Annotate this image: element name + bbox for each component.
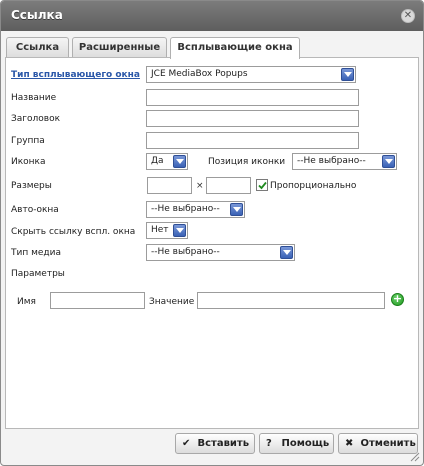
popup-type-value: JCE MediaBox Popups	[151, 69, 248, 79]
width-input[interactable]	[147, 177, 192, 194]
chevron-down-icon	[382, 155, 395, 168]
icon-value: Да	[151, 156, 164, 166]
proportional-checkbox[interactable]	[256, 179, 268, 191]
check-icon	[258, 181, 267, 190]
auto-popup-value: --Не выбрано--	[151, 204, 220, 214]
times-sign: ×	[196, 181, 204, 191]
resize-grip-icon[interactable]	[410, 452, 420, 462]
height-input[interactable]	[206, 177, 251, 194]
popup-type-label[interactable]: Тип всплывающего окна	[11, 70, 140, 80]
add-parameter-icon[interactable]: +	[391, 293, 404, 306]
help-button-label: Помощь	[281, 438, 330, 449]
size-label: Размеры	[11, 181, 52, 191]
dialog-title: Ссылка	[11, 8, 63, 22]
icon-label: Иконка	[11, 157, 46, 167]
insert-button-label: Вставить	[197, 438, 250, 449]
icon-select[interactable]: Да	[146, 153, 188, 170]
hide-popup-link-select[interactable]: Нет	[146, 222, 188, 239]
checkmark-icon: ✔	[182, 438, 191, 449]
cancel-button-label: Отменить	[360, 438, 416, 449]
media-type-label: Тип медиа	[11, 248, 62, 258]
insert-button[interactable]: ✔ Вставить	[175, 433, 255, 454]
cross-icon: ✖	[345, 438, 354, 449]
hide-popup-link-value: Нет	[151, 225, 169, 235]
help-button[interactable]: ? Помощь	[259, 433, 334, 454]
auto-popup-select[interactable]: --Не выбрано--	[146, 201, 245, 218]
cancel-button[interactable]: ✖ Отменить	[338, 433, 418, 454]
chevron-down-icon	[230, 203, 243, 216]
chevron-down-icon	[173, 224, 186, 237]
title-input[interactable]	[146, 110, 359, 127]
group-label: Группа	[11, 136, 45, 146]
tab-link[interactable]: Ссылка	[6, 37, 69, 58]
title-label: Заголовок	[11, 114, 61, 124]
dialog-titlebar[interactable]: Ссылка ✕	[1, 1, 423, 31]
tab-popups[interactable]: Всплывающие окна	[170, 37, 300, 59]
icon-position-select[interactable]: --Не выбрано--	[292, 153, 397, 170]
link-dialog: Ссылка ✕ Ссылка Расширенные Всплывающие …	[0, 0, 424, 466]
question-icon: ?	[266, 438, 272, 449]
tab-advanced[interactable]: Расширенные	[72, 37, 167, 58]
popup-type-select[interactable]: JCE MediaBox Popups	[146, 66, 356, 83]
hide-popup-link-label: Скрыть ссылку вспл. окна	[11, 227, 136, 237]
icon-position-value: --Не выбрано--	[297, 156, 366, 166]
group-input[interactable]	[146, 132, 359, 149]
media-type-select[interactable]: --Не выбрано--	[146, 244, 295, 261]
name-label: Название	[11, 93, 57, 103]
parameters-label: Параметры	[11, 269, 65, 279]
proportional-label: Пропорционально	[270, 181, 357, 191]
close-icon[interactable]: ✕	[401, 9, 415, 23]
chevron-down-icon	[341, 68, 354, 81]
chevron-down-icon	[280, 246, 293, 259]
chevron-down-icon	[173, 155, 186, 168]
param-value-input[interactable]	[197, 292, 385, 309]
name-input[interactable]	[146, 89, 359, 106]
icon-position-label: Позиция иконки	[208, 157, 286, 167]
param-value-label: Значение	[149, 297, 195, 307]
auto-popup-label: Авто-окна	[11, 205, 59, 215]
param-name-label: Имя	[17, 297, 36, 307]
media-type-value: --Не выбрано--	[151, 247, 220, 257]
param-name-input[interactable]	[50, 292, 145, 309]
